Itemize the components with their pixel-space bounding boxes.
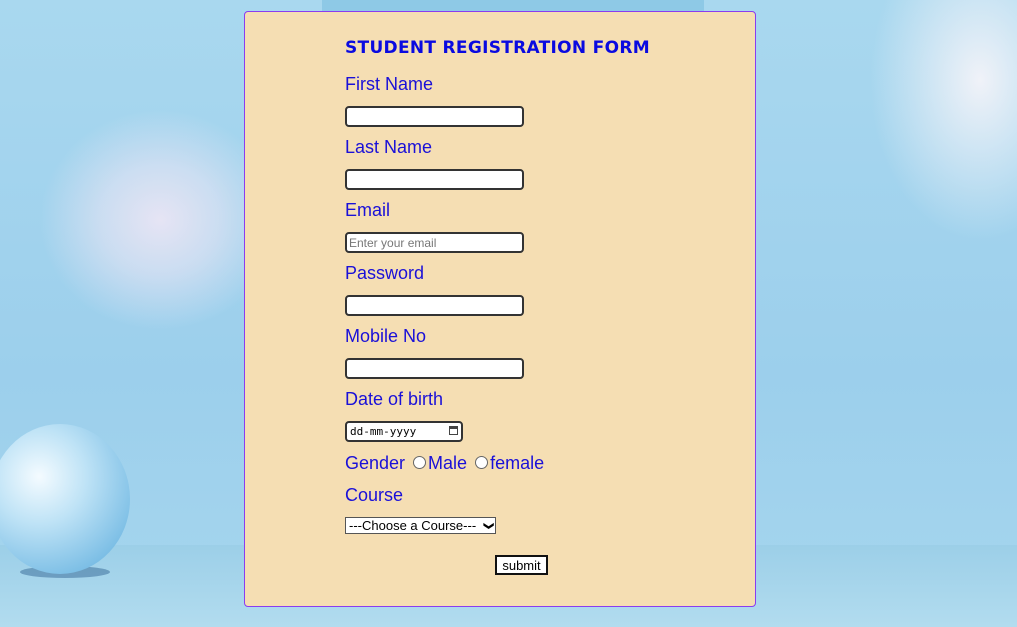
course-selected-value: ---Choose a Course--- bbox=[349, 518, 477, 533]
dob-label: Date of birth bbox=[345, 389, 444, 409]
gender-female-radio[interactable] bbox=[475, 456, 489, 470]
gender-female-label[interactable]: female bbox=[490, 453, 544, 473]
course-label: Course bbox=[345, 485, 404, 505]
gender-male-label[interactable]: Male bbox=[428, 453, 467, 473]
email-input[interactable] bbox=[345, 232, 524, 253]
submit-button[interactable]: submit bbox=[495, 555, 548, 575]
mobile-input[interactable] bbox=[345, 358, 524, 379]
course-select[interactable]: ---Choose a Course--- ❯ bbox=[345, 517, 496, 534]
form-title: Student Registration Form bbox=[345, 38, 650, 58]
first-name-label: First Name bbox=[345, 74, 434, 94]
password-label: Password bbox=[345, 263, 425, 283]
gender-row: Gender Male female bbox=[345, 453, 544, 474]
chevron-down-icon: ❯ bbox=[482, 521, 494, 531]
last-name-label: Last Name bbox=[345, 137, 433, 157]
dob-placeholder: dd-mm-yyyy bbox=[350, 425, 417, 438]
calendar-icon[interactable] bbox=[449, 426, 458, 435]
email-label: Email bbox=[345, 200, 391, 220]
gender-male-radio[interactable] bbox=[413, 456, 427, 470]
mobile-label: Mobile No bbox=[345, 326, 427, 346]
registration-form-panel: Student Registration Form First Name Las… bbox=[244, 11, 756, 607]
last-name-input[interactable] bbox=[345, 169, 524, 190]
password-input[interactable] bbox=[345, 295, 524, 316]
first-name-input[interactable] bbox=[345, 106, 524, 127]
dob-input[interactable]: dd-mm-yyyy bbox=[345, 421, 463, 442]
gender-label: Gender bbox=[345, 453, 406, 473]
